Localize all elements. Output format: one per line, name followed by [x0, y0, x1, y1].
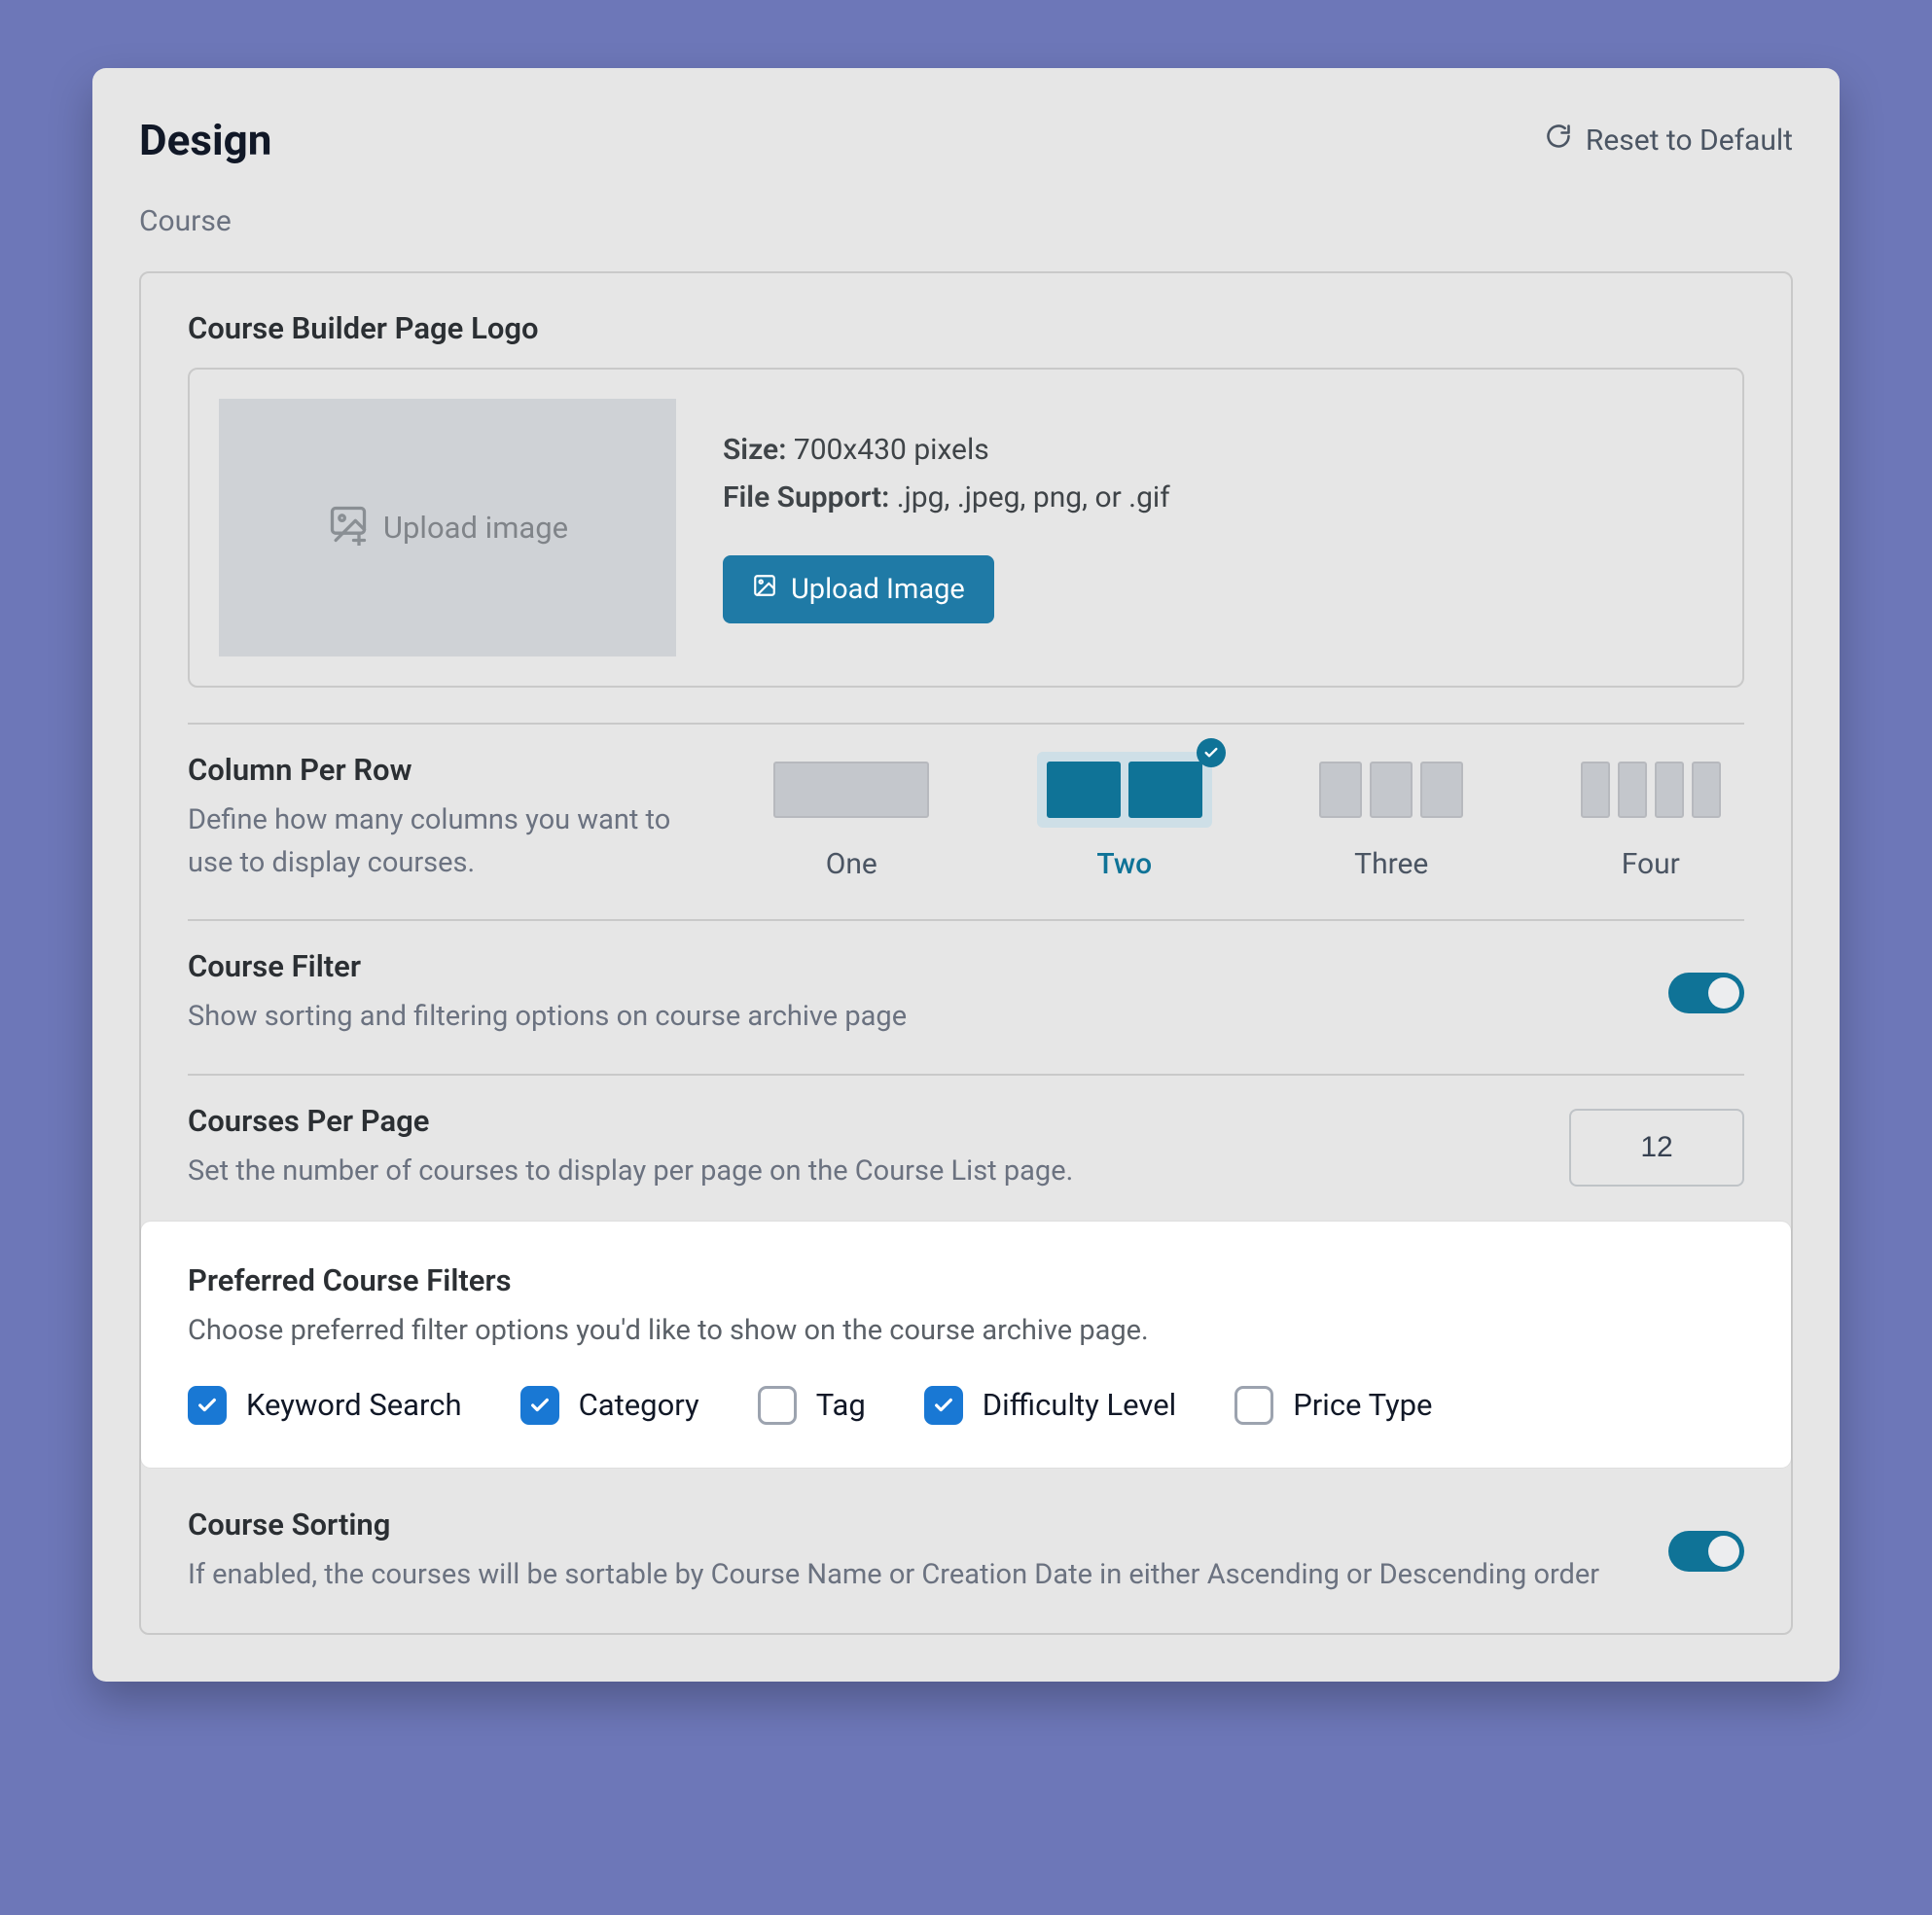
course-filter-toggle[interactable] — [1668, 973, 1744, 1013]
sorting-title: Course Sorting — [188, 1507, 1622, 1543]
logo-upload-box: Upload image Size: 700x430 pixels File S… — [188, 368, 1744, 688]
checkbox-icon — [188, 1386, 227, 1425]
preferred-filters-section: Preferred Course Filters Choose preferre… — [141, 1222, 1791, 1468]
per-page-title: Courses Per Page — [188, 1103, 1522, 1139]
pref-filters-title: Preferred Course Filters — [188, 1262, 1744, 1298]
checkbox-icon — [1234, 1386, 1273, 1425]
upload-button-label: Upload Image — [791, 573, 965, 606]
filter-label: Tag — [816, 1387, 866, 1423]
reload-icon — [1545, 123, 1572, 158]
upload-placeholder: Upload image — [383, 510, 568, 546]
filter-checkbox-difficulty-level[interactable]: Difficulty Level — [924, 1386, 1176, 1425]
pref-filters-desc: Choose preferred filter options you'd li… — [188, 1310, 1744, 1353]
check-icon — [1197, 738, 1226, 767]
checkbox-icon — [520, 1386, 559, 1425]
support-value: .jpg, .jpeg, png, or .gif — [897, 480, 1170, 514]
settings-panel: Design Reset to Default Course Course Bu… — [92, 68, 1840, 1682]
page-title: Design — [139, 115, 271, 165]
breadcrumb: Course — [139, 204, 1793, 238]
column-option-two[interactable]: Two — [1037, 752, 1212, 881]
support-label: File Support: — [723, 480, 889, 514]
image-icon — [327, 503, 370, 553]
column-option-four[interactable]: Four — [1571, 752, 1731, 881]
filter-checkbox-price-type[interactable]: Price Type — [1234, 1386, 1432, 1425]
column-option-three[interactable]: Three — [1309, 752, 1473, 881]
filter-checkbox-tag[interactable]: Tag — [758, 1386, 866, 1425]
reset-to-default-button[interactable]: Reset to Default — [1545, 123, 1793, 158]
logo-section-title: Course Builder Page Logo — [188, 310, 1744, 346]
course-filter-title: Course Filter — [188, 948, 1622, 984]
image-icon — [752, 573, 777, 606]
column-option-one[interactable]: One — [764, 752, 939, 881]
size-label: Size: — [723, 433, 786, 467]
upload-dropzone[interactable]: Upload image — [219, 399, 676, 656]
column-option-label: Three — [1309, 847, 1473, 881]
checkbox-icon — [924, 1386, 963, 1425]
filter-label: Category — [579, 1387, 699, 1423]
course-filter-desc: Show sorting and filtering options on co… — [188, 996, 1622, 1039]
column-option-label: Four — [1571, 847, 1731, 881]
courses-per-page-input[interactable] — [1569, 1109, 1744, 1187]
course-sorting-toggle[interactable] — [1668, 1531, 1744, 1572]
filter-label: Difficulty Level — [983, 1387, 1176, 1423]
columns-desc: Define how many columns you want to use … — [188, 799, 703, 884]
filter-label: Price Type — [1293, 1387, 1432, 1423]
reset-label: Reset to Default — [1586, 124, 1793, 158]
sorting-desc: If enabled, the courses will be sortable… — [188, 1554, 1622, 1597]
columns-title: Column Per Row — [188, 752, 703, 788]
checkbox-icon — [758, 1386, 797, 1425]
filter-checkbox-category[interactable]: Category — [520, 1386, 699, 1425]
filter-checkbox-keyword-search[interactable]: Keyword Search — [188, 1386, 462, 1425]
filter-label: Keyword Search — [246, 1387, 462, 1423]
column-option-label: One — [764, 847, 939, 881]
per-page-desc: Set the number of courses to display per… — [188, 1151, 1522, 1193]
upload-image-button[interactable]: Upload Image — [723, 555, 994, 623]
column-option-label: Two — [1037, 847, 1212, 881]
design-card: Course Builder Page Logo Upload image Si… — [139, 271, 1793, 1635]
size-value: 700x430 pixels — [794, 433, 989, 467]
